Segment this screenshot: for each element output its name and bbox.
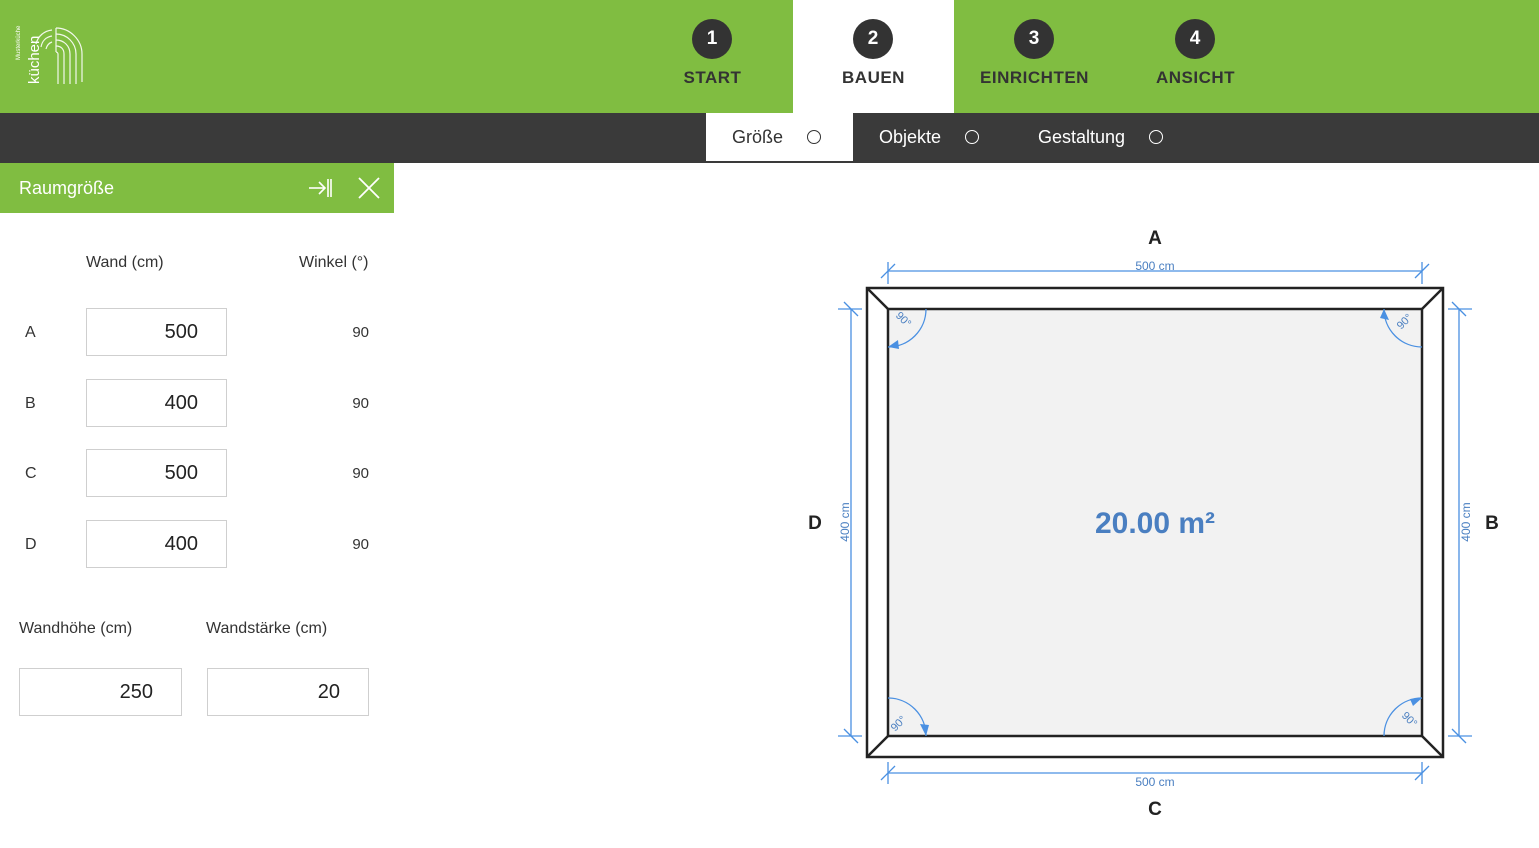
step-label: ANSICHT — [1155, 68, 1236, 87]
dimension-top-label: 500 cm — [1135, 259, 1174, 273]
wall-letter-right: B — [1485, 513, 1499, 534]
step-bauen[interactable]: 2 BAUEN — [793, 0, 954, 113]
brand-name: küchen — [26, 35, 43, 84]
step-label: START — [683, 68, 742, 87]
wall-label: A — [25, 324, 36, 341]
wall-b-length-input[interactable]: 400 — [86, 379, 227, 427]
panel-title: Raumgröße — [19, 178, 115, 198]
wall-letter-top: A — [1148, 228, 1162, 249]
radio-icon — [807, 130, 821, 144]
wall-d-length-input[interactable]: 400 — [86, 520, 227, 568]
sub-navigation: Größe Objekte Gestaltung — [0, 113, 1539, 163]
wall-label: D — [25, 536, 37, 553]
wall-angle: 90 — [352, 324, 369, 341]
floor-plan[interactable]: 90° 90° 90° 90° 500 cm 500 cm 400 cm 400… — [790, 215, 1510, 830]
collapse-panel-icon[interactable] — [307, 175, 333, 201]
wall-height-label: Wandhöhe (cm) — [19, 620, 133, 637]
step-number: 4 — [1175, 19, 1215, 59]
close-icon[interactable] — [356, 175, 382, 201]
wall-label: B — [25, 395, 36, 412]
wall-letter-left: D — [808, 513, 822, 534]
tab-label: Objekte — [879, 127, 942, 147]
wall-a-length-input[interactable]: 500 — [86, 308, 227, 356]
dimension-bottom-label: 500 cm — [1135, 775, 1174, 789]
radio-icon — [1149, 130, 1163, 144]
brand-tagline: Musterküche — [16, 25, 22, 60]
dimension-left-label: 400 cm — [838, 502, 852, 541]
radio-icon — [965, 130, 979, 144]
column-header-angle: Winkel (°) — [299, 254, 369, 271]
wall-angle: 90 — [352, 395, 369, 412]
wall-height-input[interactable]: 250 — [19, 668, 182, 716]
tab-groesse[interactable]: Größe — [706, 113, 853, 163]
dimension-right-label: 400 cm — [1459, 502, 1473, 541]
wall-angle: 90 — [352, 465, 369, 482]
step-start[interactable]: 1 START — [632, 0, 793, 113]
step-number: 2 — [853, 19, 893, 59]
panel-header: Raumgröße — [0, 163, 394, 213]
room-area-label: 20.00 m² — [1095, 507, 1215, 540]
wall-angle: 90 — [352, 536, 369, 553]
step-label: BAUEN — [842, 68, 905, 87]
wall-letter-bottom: C — [1148, 799, 1162, 820]
tab-objekte[interactable]: Objekte — [879, 113, 1009, 163]
step-number: 3 — [1014, 19, 1054, 59]
step-ansicht[interactable]: 4 ANSICHT — [1115, 0, 1276, 113]
wall-c-length-input[interactable]: 500 — [86, 449, 227, 497]
tab-label: Größe — [732, 127, 784, 147]
wall-thickness-label: Wandstärke (cm) — [206, 620, 328, 637]
tab-label: Gestaltung — [1038, 127, 1126, 147]
top-header: küchen Musterküche 1 START 2 BAUEN 3 EIN… — [0, 0, 1539, 113]
step-einrichten[interactable]: 3 EINRICHTEN — [954, 0, 1115, 113]
wall-label: C — [25, 465, 37, 482]
tab-gestaltung[interactable]: Gestaltung — [1038, 113, 1178, 163]
step-number: 1 — [692, 19, 732, 59]
wall-thickness-input[interactable]: 20 — [207, 668, 369, 716]
column-header-wall: Wand (cm) — [86, 254, 164, 271]
step-label: EINRICHTEN — [980, 68, 1089, 87]
